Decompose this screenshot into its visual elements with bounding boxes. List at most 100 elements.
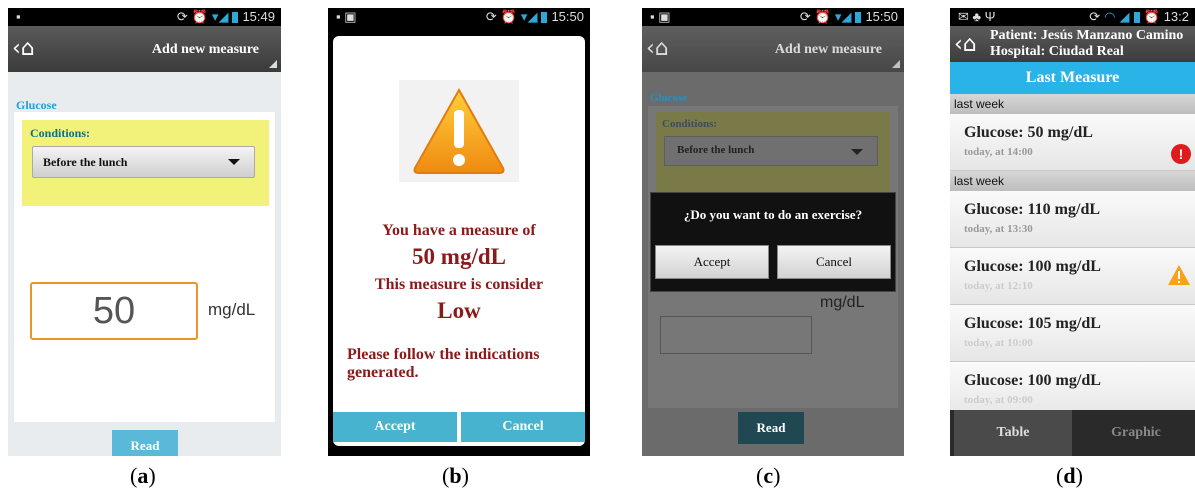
caption-b: (b) (442, 463, 469, 488)
section-header: last week (950, 94, 1195, 114)
caption-a: (a) (130, 463, 156, 488)
measure-title: Glucose: 50 mg/dL (964, 124, 1093, 141)
section-header: last week (950, 171, 1195, 191)
sync-icon: ⟳ (799, 9, 811, 24)
status-bar: ▪ ▣ ⟳ ⏰ ▾◢ 15:50 (642, 8, 904, 26)
warning-box (399, 80, 519, 182)
status-icons: ⟳ ◠ ◢ ⏰ 13:2 (1085, 9, 1189, 25)
cancel-button[interactable]: Cancel (461, 412, 585, 442)
read-button[interactable]: Read (738, 412, 804, 444)
page-title: Last Measure (950, 62, 1195, 94)
notification-icon: ▪ ▣ (650, 9, 671, 24)
unit-label: mg/dL (820, 294, 865, 311)
dialog-question: ¿Do you want to do an exercise? (683, 207, 863, 222)
wifi-icon: ◠ (1104, 9, 1116, 24)
indications-text: Please follow the indications generated. (347, 346, 540, 381)
alarm-icon: ⏰ (191, 9, 208, 24)
bottom-tabs: Table Graphic (950, 410, 1195, 456)
tab-graphic[interactable]: Graphic (1077, 410, 1195, 456)
phone-panel-c: ▪ ▣ ⟳ ⏰ ▾◢ 15:50 ‹⌂ Add new measure Glucose… (642, 8, 904, 456)
conditions-label: Conditions: (662, 118, 718, 130)
overflow-corner-icon[interactable] (892, 60, 900, 68)
conditions-label: Conditions: (30, 126, 91, 140)
list-item[interactable]: Glucose: 50 mg/dL today, at 14:00 ! (950, 114, 1195, 171)
back-home-icon[interactable]: ‹⌂ (954, 32, 977, 57)
warning-triangle-icon (1168, 265, 1190, 285)
measure-time: today, at 12:10 (964, 280, 1033, 292)
tab-table[interactable]: Table (954, 410, 1072, 456)
condition-value: Before the lunch (677, 144, 755, 156)
chevron-down-icon (851, 149, 863, 155)
measure-title: Glucose: 100 mg/dL (964, 372, 1101, 389)
alarm-icon: ⏰ (500, 9, 517, 24)
measure-time: today, at 14:00 (964, 146, 1033, 158)
chevron-down-icon (228, 159, 240, 165)
status-icons: ⟳ ⏰ ▾◢ 15:49 (173, 9, 275, 25)
caption-d: (d) (1056, 463, 1083, 488)
status-bar: ✉ ♣ Ψ ⟳ ◠ ◢ ⏰ 13:2 (950, 8, 1195, 26)
unit-label: mg/dL (208, 300, 256, 319)
measure-level: Low (437, 298, 481, 323)
status-bar: ▪ ▣ ⟳ ⏰ ▾◢ 15:50 (328, 8, 590, 26)
action-title: Add new measure (774, 42, 882, 57)
measure-title: Glucose: 100 mg/dL (964, 258, 1101, 275)
measure-title: Glucose: 110 mg/dL (964, 201, 1101, 218)
measure-input[interactable] (660, 316, 812, 354)
status-time: 15:50 (551, 9, 584, 24)
alarm-icon: ⏰ (1143, 9, 1160, 24)
message-line-3: This measure is consider (374, 276, 544, 293)
phone-panel-b: ▪ ▣ ⟳ ⏰ ▾◢ 15:50 You have a measure of 50 m… (328, 8, 590, 456)
signal-icon: ▾◢ (211, 9, 229, 24)
condition-select[interactable]: Before the lunch (664, 136, 878, 166)
section-label: Glucose (16, 98, 57, 112)
section-label: Glucose (650, 92, 688, 104)
condition-value: Before the lunch (43, 155, 128, 169)
accept-button[interactable]: Accept (333, 412, 457, 442)
exercise-dialog: ¿Do you want to do an exercise? Accept C… (650, 192, 896, 292)
measure-value: 50 mg/dL (412, 244, 506, 269)
sync-icon: ⟳ (176, 9, 188, 24)
signal-icon: ◢ (1119, 9, 1130, 24)
phone-panel-d: ✉ ♣ Ψ ⟳ ◠ ◢ ⏰ 13:2 ‹⌂ Patient: Jesús Manzano… (950, 8, 1195, 456)
sync-icon: ⟳ (1089, 9, 1101, 24)
caption-c: (c) (756, 463, 781, 488)
battery-icon (855, 12, 862, 24)
patient-name: Patient: Jesús Manzano Camino (990, 28, 1184, 43)
status-icons: ⟳ ⏰ ▾◢ 15:50 (482, 9, 584, 25)
warning-triangle-icon (413, 87, 505, 174)
status-bar: ▪ ⟳ ⏰ ▾◢ 15:49 (8, 8, 281, 26)
accept-button[interactable]: Accept (655, 245, 769, 279)
list-item[interactable]: Glucose: 110 mg/dL today, at 13:30 (950, 191, 1195, 248)
battery-icon (1133, 12, 1140, 24)
cancel-button[interactable]: Cancel (777, 245, 891, 279)
measure-time: today, at 13:30 (964, 223, 1033, 235)
action-title: Add new measure (151, 42, 259, 57)
message-line-1: You have a measure of (382, 222, 536, 239)
back-home-icon[interactable]: ‹⌂ (646, 36, 669, 61)
conditions-box: Conditions: Before the lunch (22, 120, 269, 206)
list-item[interactable]: Glucose: 100 mg/dL today, at 12:10 (950, 248, 1195, 305)
status-time: 13:2 (1163, 9, 1189, 24)
alarm-icon: ⏰ (814, 9, 831, 24)
condition-select[interactable]: Before the lunch (32, 146, 255, 178)
hospital-name: Hospital: Ciudad Real (990, 44, 1124, 59)
list-item[interactable]: Glucose: 105 mg/dL today, at 10:00 (950, 305, 1195, 362)
alert-dialog: You have a measure of 50 mg/dL This meas… (333, 36, 585, 446)
action-bar: ‹⌂ Add new measure (642, 26, 904, 72)
measure-input[interactable]: 50 (30, 282, 198, 340)
overflow-corner-icon[interactable] (269, 60, 277, 68)
measure-title: Glucose: 105 mg/dL (964, 315, 1101, 332)
read-button[interactable]: Read (112, 430, 178, 456)
phone-panel-a: ▪ ⟳ ⏰ ▾◢ 15:49 ‹⌂ Add new measure Glucose C… (8, 8, 281, 456)
measure-time: today, at 09:00 (964, 394, 1033, 406)
back-home-icon[interactable]: ‹⌂ (12, 36, 35, 61)
measure-time: today, at 10:00 (964, 337, 1033, 349)
signal-icon: ▾◢ (834, 9, 852, 24)
conditions-box: Conditions: Before the lunch (656, 112, 890, 194)
status-time: 15:49 (242, 9, 275, 24)
battery-icon (232, 12, 239, 24)
measure-form: Glucose Conditions: Before the lunch 50 … (8, 72, 281, 456)
notification-icon: ▪ ▣ (336, 9, 357, 24)
red-exclamation-icon: ! (1171, 144, 1191, 164)
notification-icon: ▪ (16, 9, 21, 24)
